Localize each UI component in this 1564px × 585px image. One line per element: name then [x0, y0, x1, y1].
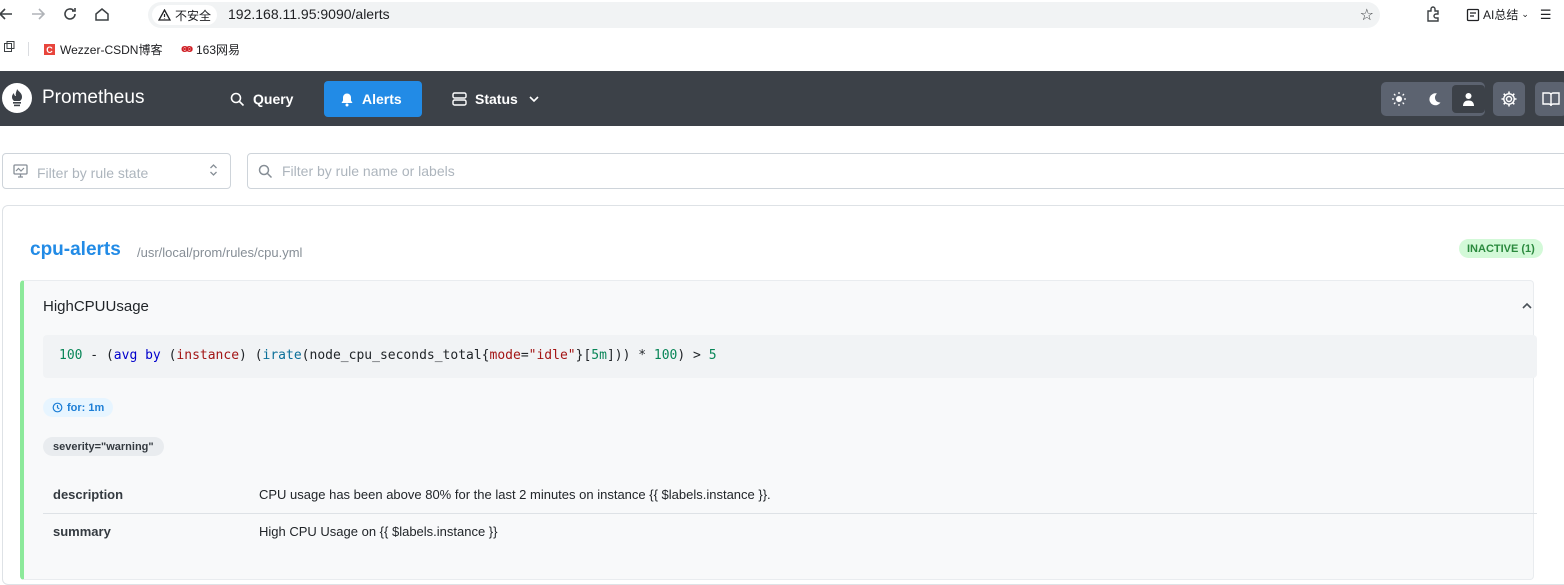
for-duration-label: for: 1m: [67, 401, 105, 414]
expr-token: =: [520, 348, 529, 363]
for-duration-badge: for: 1m: [43, 398, 114, 417]
address-bar[interactable]: 不安全 192.168.11.95:9090/alerts ☆: [148, 2, 1380, 28]
back-icon[interactable]: [0, 4, 16, 24]
chevron-up-icon[interactable]: [1521, 299, 1533, 317]
browser-toolbar: 不安全 192.168.11.95:9090/alerts ☆ AI总结 ⌄ ☰: [0, 0, 1564, 30]
annotation-value: High CPU Usage on {{ $labels.instance }}: [259, 512, 1537, 549]
annotations-table: description CPU usage has been above 80%…: [43, 477, 1537, 549]
book-icon: [1542, 92, 1560, 107]
rule-name-input[interactable]: [282, 155, 1482, 187]
url-text[interactable]: 192.168.11.95:9090/alerts: [228, 6, 390, 22]
bookmark-star-icon[interactable]: ☆: [1360, 5, 1374, 25]
expr-token: 100: [653, 348, 678, 363]
settings-button[interactable]: [1493, 82, 1525, 116]
extensions-icon[interactable]: [1424, 5, 1442, 28]
nav-query-label: Query: [253, 91, 294, 107]
ai-doc-icon: [1466, 8, 1480, 21]
expr-token: - (: [82, 348, 114, 363]
security-label: 不安全: [175, 8, 212, 23]
server-icon: [452, 92, 467, 106]
bookmark-163[interactable]: ꙭ 163网易: [181, 41, 240, 58]
expr-token: ) >: [677, 348, 709, 363]
clock-icon: [52, 402, 63, 413]
ai-summary-button[interactable]: AI总结 ⌄ ☰: [1466, 6, 1552, 23]
label-badge: severity="warning": [43, 437, 164, 456]
expr-token: 5: [708, 348, 717, 363]
prometheus-logo-icon: [2, 83, 32, 113]
gear-icon: [1501, 91, 1517, 107]
table-row: summary High CPU Usage on {{ $labels.ins…: [43, 512, 1537, 549]
app-header: Prometheus Query Alerts Status: [0, 71, 1564, 126]
moon-icon: [1428, 92, 1440, 105]
table-row: description CPU usage has been above 80%…: [43, 477, 1537, 513]
search-icon: [258, 164, 273, 184]
group-file-path: /usr/local/prom/rules/cpu.yml: [137, 245, 303, 260]
annotation-value: CPU usage has been above 80% for the las…: [259, 487, 771, 503]
bookmark-label: 163网易: [196, 43, 241, 57]
bookmark-label: Wezzer-CSDN博客: [60, 43, 163, 57]
rule-state-placeholder: Filter by rule state: [37, 165, 149, 181]
menu-icon[interactable]: ☰: [1540, 7, 1552, 23]
expr-token: irate: [262, 348, 302, 363]
bookmarks-bar: C Wezzer-CSDN博客 ꙭ 163网易: [0, 36, 1564, 62]
rule-name-filter: [247, 153, 1564, 189]
expr-token: instance: [176, 348, 240, 363]
rule-state-filter[interactable]: Filter by rule state: [2, 153, 231, 189]
bookmark-csdn[interactable]: C Wezzer-CSDN博客: [44, 41, 162, 58]
docs-button[interactable]: [1535, 82, 1564, 116]
annotation-key: description: [53, 487, 124, 503]
nav-query[interactable]: Query: [214, 81, 309, 117]
chevron-down-icon: ⌄: [1521, 9, 1529, 19]
group-name: cpu-alerts: [30, 239, 121, 260]
theme-auto-button[interactable]: [1452, 85, 1486, 113]
rule-group-card: cpu-alerts /usr/local/prom/rules/cpu.yml…: [2, 205, 1564, 585]
security-indicator[interactable]: 不安全: [152, 5, 218, 25]
theme-light-button[interactable]: [1383, 85, 1416, 113]
expr-token: (node_cpu_seconds_total{: [301, 348, 490, 363]
forward-icon[interactable]: [28, 4, 48, 24]
user-icon: [1463, 93, 1475, 106]
bookmark-divider: [28, 42, 29, 56]
brand[interactable]: Prometheus: [2, 83, 144, 113]
expr-token: 100: [59, 348, 83, 363]
tab-groups-icon[interactable]: [4, 41, 15, 52]
expr-token: mode: [489, 348, 521, 363]
expr-token: "idle": [528, 348, 576, 363]
home-icon[interactable]: [92, 4, 112, 24]
nav-alerts-label: Alerts: [362, 91, 402, 107]
chevron-updown-icon: [209, 163, 218, 179]
search-icon: [230, 92, 245, 106]
expr-token: 5m: [591, 348, 607, 363]
expr-token: ) (: [239, 348, 263, 363]
rule-expression: 100 - (avg by (instance) (irate(node_cpu…: [43, 335, 1537, 378]
expr-token: ])) *: [606, 348, 654, 363]
rule-name[interactable]: HighCPUUsage: [43, 298, 149, 315]
netease-icon: ꙭ: [181, 43, 194, 55]
nav-status[interactable]: Status: [436, 81, 556, 117]
brand-name: Prometheus: [42, 87, 145, 108]
expr-token: (: [160, 348, 177, 363]
alert-rule-card: HighCPUUsage 100 - (avg by (instance) (i…: [20, 280, 1537, 580]
csdn-icon: C: [44, 44, 55, 55]
warning-icon: [158, 9, 171, 21]
theme-dark-button[interactable]: [1418, 85, 1451, 113]
annotation-key: summary: [43, 512, 259, 549]
chevron-down-icon: [529, 96, 539, 103]
bell-icon: [341, 93, 353, 106]
sun-icon: [1392, 92, 1407, 106]
nav-alerts[interactable]: Alerts: [324, 81, 422, 117]
expr-token: }[: [575, 348, 592, 363]
ai-summary-label: AI总结: [1483, 8, 1519, 22]
reload-icon[interactable]: [60, 4, 80, 24]
monitor-icon: [13, 164, 28, 183]
theme-switcher: [1381, 82, 1486, 116]
expr-token: avg by: [113, 348, 161, 363]
status-badge: INACTIVE (1): [1459, 239, 1543, 258]
nav-status-label: Status: [475, 91, 518, 107]
